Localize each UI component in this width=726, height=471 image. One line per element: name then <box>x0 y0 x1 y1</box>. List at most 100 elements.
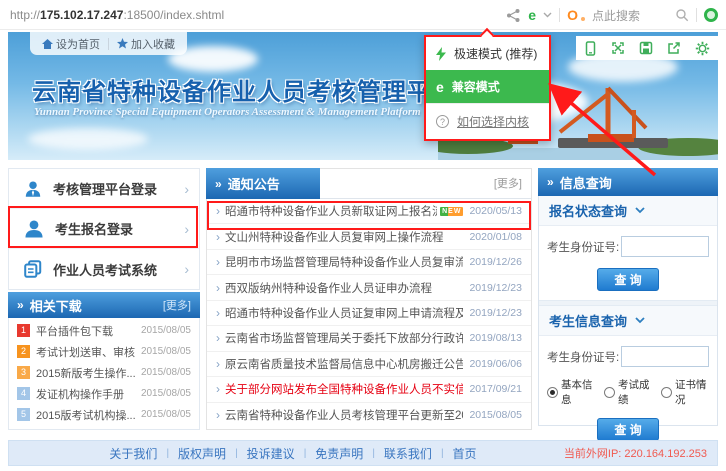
footer-link-about[interactable]: 关于我们 <box>109 445 157 462</box>
status-query-section-header[interactable]: 报名状态查询 <box>539 196 717 226</box>
address-bar[interactable]: http://175.102.17.247:18500/index.shtml <box>10 0 224 30</box>
notice-item[interactable]: › 西双版纳州特种设备作业人员证申办流程 2019/12/23 <box>207 275 531 300</box>
downloads-list: 1 平台插件包下载 2015/08/05 2 考试计划送审、审核 ... 201… <box>8 318 200 430</box>
notice-item[interactable]: › 文山州特种设备作业人员复审网上操作流程 2020/01/08 <box>207 224 531 249</box>
radio-icon <box>661 387 672 398</box>
chevron-right-icon: › <box>216 230 220 244</box>
sidebar-item-candidate-login[interactable]: 考生报名登录 › <box>9 209 199 249</box>
info-type-radios: 基本信息 考试成绩 证书情况 <box>539 367 717 407</box>
url-host: 175.102.17.247 <box>40 8 123 22</box>
radio-exam-score[interactable]: 考试成绩 <box>604 377 654 407</box>
download-item[interactable]: 3 2015新版考生操作... 2015/08/05 <box>9 362 199 383</box>
double-chevron-icon: » <box>215 177 222 191</box>
sidebar-item-admin-login[interactable]: 考核管理平台登录 › <box>9 169 199 209</box>
menu-item-engine-help[interactable]: ? 如何选择内核 <box>426 103 549 139</box>
rank-badge: 3 <box>17 366 30 379</box>
set-homepage-link[interactable]: 设为首页 <box>42 36 100 52</box>
gear-icon[interactable] <box>695 41 710 56</box>
search-engine-logo-icon[interactable]: O <box>567 7 578 23</box>
notice-item[interactable]: › 云南省特种设备作业人员考核管理平台更新至20... 2015/08/05 <box>207 403 531 427</box>
notices-list: › 昭通市特种设备作业人员新取证网上报名流程 NEW 2020/05/13 › … <box>207 199 531 427</box>
search-icon[interactable] <box>675 8 689 22</box>
download-item[interactable]: 4 发证机构操作手册 2015/08/05 <box>9 383 199 404</box>
rank-badge: 5 <box>17 408 30 421</box>
notice-item[interactable]: › 云南省市场监督管理局关于委托下放部分行政许可... 2019/08/13 <box>207 326 531 351</box>
menu-item-compat-mode[interactable]: e 兼容模式 <box>426 70 549 103</box>
chevron-down-icon <box>635 207 645 214</box>
person-icon <box>23 218 45 240</box>
radio-icon <box>604 387 615 398</box>
notice-item[interactable]: › 昭通市特种设备作业人员新取证网上报名流程 NEW 2020/05/13 <box>207 199 531 224</box>
download-item[interactable]: 2 考试计划送审、审核 ... 2015/08/05 <box>9 341 199 362</box>
browser-logo-icon[interactable] <box>704 8 718 22</box>
notice-item[interactable]: › 关于部分网站发布全国特种设备作业人员不实信息... 2017/09/21 <box>207 377 531 402</box>
notice-item[interactable]: › 原云南省质量技术监督局信息中心机房搬迁公告 2019/06/06 <box>207 352 531 377</box>
chevron-down-icon <box>635 317 645 324</box>
share-icon[interactable] <box>506 8 521 23</box>
footer-link-complaint[interactable]: 投诉建议 <box>247 445 295 462</box>
chevron-right-icon: › <box>216 408 220 422</box>
add-favorite-link[interactable]: 加入收藏 <box>117 36 175 52</box>
radio-certificate-status[interactable]: 证书情况 <box>661 377 711 407</box>
exam-card-icon <box>23 259 43 279</box>
browser-toolbar: http://175.102.17.247:18500/index.shtml … <box>0 0 726 30</box>
notice-item[interactable]: › 昭通市特种设备作业人员证复审网上申请流程及相... 2019/12/23 <box>207 301 531 326</box>
footer-links: 关于我们 | 版权声明 | 投诉建议 | 免责声明 | 联系我们 | 首页 <box>9 445 577 462</box>
download-item[interactable]: 1 平台插件包下载 2015/08/05 <box>9 320 199 341</box>
id-number-label: 考生身份证号: <box>547 239 619 255</box>
external-ip-display: 当前外网IP: 220.164.192.253 <box>564 445 707 461</box>
engine-dropdown-chevron-icon[interactable] <box>543 12 552 18</box>
menu-item-fast-mode[interactable]: 极速模式 (推荐) <box>426 37 549 70</box>
downloads-panel-header: » 相关下载 [更多] <box>8 292 200 318</box>
double-chevron-icon: » <box>547 175 554 189</box>
mobile-view-icon[interactable] <box>584 41 597 56</box>
status-query-button[interactable]: 查 询 <box>597 268 659 291</box>
notices-header-bar: » 通知公告 [更多] <box>207 169 531 199</box>
engine-mode-icon[interactable]: e <box>528 8 536 22</box>
download-item[interactable]: 5 2015版考试机构操... 2015/08/05 <box>9 404 199 425</box>
export-share-icon[interactable] <box>667 41 681 55</box>
search-engine-logo-dot <box>581 17 585 21</box>
chevron-right-icon: › <box>184 261 189 277</box>
rank-badge: 4 <box>17 387 30 400</box>
quicklinks-bar: 设为首页 加入收藏 <box>30 32 187 55</box>
status-id-input[interactable] <box>621 236 709 257</box>
site-banner: 设为首页 加入收藏 云南省特种设备作业人员考核管理平台 Yunnan Provi… <box>8 32 718 160</box>
footer-link-disclaimer[interactable]: 免责声明 <box>315 445 363 462</box>
notice-item[interactable]: › 昆明市市场监督管理局特种设备作业人员复审流程... 2019/12/26 <box>207 250 531 275</box>
chevron-right-icon: › <box>216 306 220 320</box>
info-query-button[interactable]: 查 询 <box>597 418 659 441</box>
query-panel: » 信息查询 报名状态查询 考生身份证号: 查 询 考生信息查询 考生身份证号: <box>538 168 718 426</box>
footer-link-copyright[interactable]: 版权声明 <box>178 445 226 462</box>
person-tie-icon <box>23 179 43 199</box>
site-subtitle-english: Yunnan Province Special Equipment Operat… <box>34 106 421 118</box>
star-icon <box>117 38 128 49</box>
info-id-input[interactable] <box>621 346 709 367</box>
info-query-section-header[interactable]: 考生信息查询 <box>539 306 717 336</box>
double-chevron-icon: » <box>17 298 24 312</box>
id-number-label: 考生身份证号: <box>547 349 619 365</box>
chevron-right-icon: › <box>184 181 189 197</box>
page-footer: 关于我们 | 版权声明 | 投诉建议 | 免责声明 | 联系我们 | 首页 当前… <box>8 440 718 466</box>
radio-selected-icon <box>547 387 558 398</box>
downloads-more-link[interactable]: [更多] <box>163 297 191 313</box>
rank-badge: 2 <box>17 345 30 358</box>
lightning-icon <box>436 47 446 61</box>
sidebar-item-exam-system[interactable]: 作业人员考试系统 › <box>9 249 199 289</box>
radio-basic-info[interactable]: 基本信息 <box>547 377 597 407</box>
query-panel-header: » 信息查询 <box>538 168 718 196</box>
notices-more-link[interactable]: [更多] <box>494 169 522 199</box>
save-page-icon[interactable] <box>639 41 653 55</box>
search-input[interactable]: 点此搜索 <box>592 7 640 24</box>
screen: http://175.102.17.247:18500/index.shtml … <box>0 0 726 471</box>
home-icon <box>42 39 53 49</box>
footer-link-home[interactable]: 首页 <box>453 445 477 462</box>
fullscreen-icon[interactable] <box>611 41 625 55</box>
footer-link-contact[interactable]: 联系我们 <box>384 445 432 462</box>
notices-panel: » 通知公告 [更多] › 昭通市特种设备作业人员新取证网上报名流程 NEW 2… <box>206 168 532 430</box>
ie-engine-icon: e <box>436 79 444 95</box>
rank-badge: 1 <box>17 324 30 337</box>
tab-notices[interactable]: » 通知公告 <box>206 168 320 199</box>
new-badge: NEW <box>440 207 463 216</box>
chevron-right-icon: › <box>216 255 220 269</box>
